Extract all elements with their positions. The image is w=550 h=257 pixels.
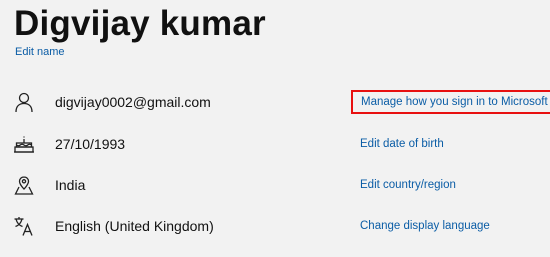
edit-country-link[interactable]: Edit country/region	[360, 179, 456, 191]
language-icon	[13, 215, 35, 237]
language-value: English (United Kingdom)	[55, 218, 214, 234]
person-icon	[13, 91, 35, 113]
date-of-birth-value: 27/10/1993	[55, 136, 126, 152]
email-row: digvijay0002@gmail.com Manage how you si…	[0, 89, 550, 117]
profile-name: Digvijay kumar	[14, 4, 266, 43]
cake-icon	[13, 133, 35, 155]
country-row: India Edit country/region	[0, 172, 550, 200]
edit-date-of-birth-link[interactable]: Edit date of birth	[360, 138, 444, 150]
country-value: India	[55, 177, 86, 193]
edit-name-link[interactable]: Edit name	[15, 46, 65, 58]
change-display-language-link[interactable]: Change display language	[360, 220, 490, 232]
manage-sign-in-link[interactable]: Manage how you sign in to Microsoft	[351, 90, 550, 114]
language-row: English (United Kingdom) Change display …	[0, 213, 550, 241]
location-icon	[13, 174, 35, 196]
date-of-birth-row: 27/10/1993 Edit date of birth	[0, 131, 550, 159]
email-value: digvijay0002@gmail.com	[55, 94, 211, 110]
